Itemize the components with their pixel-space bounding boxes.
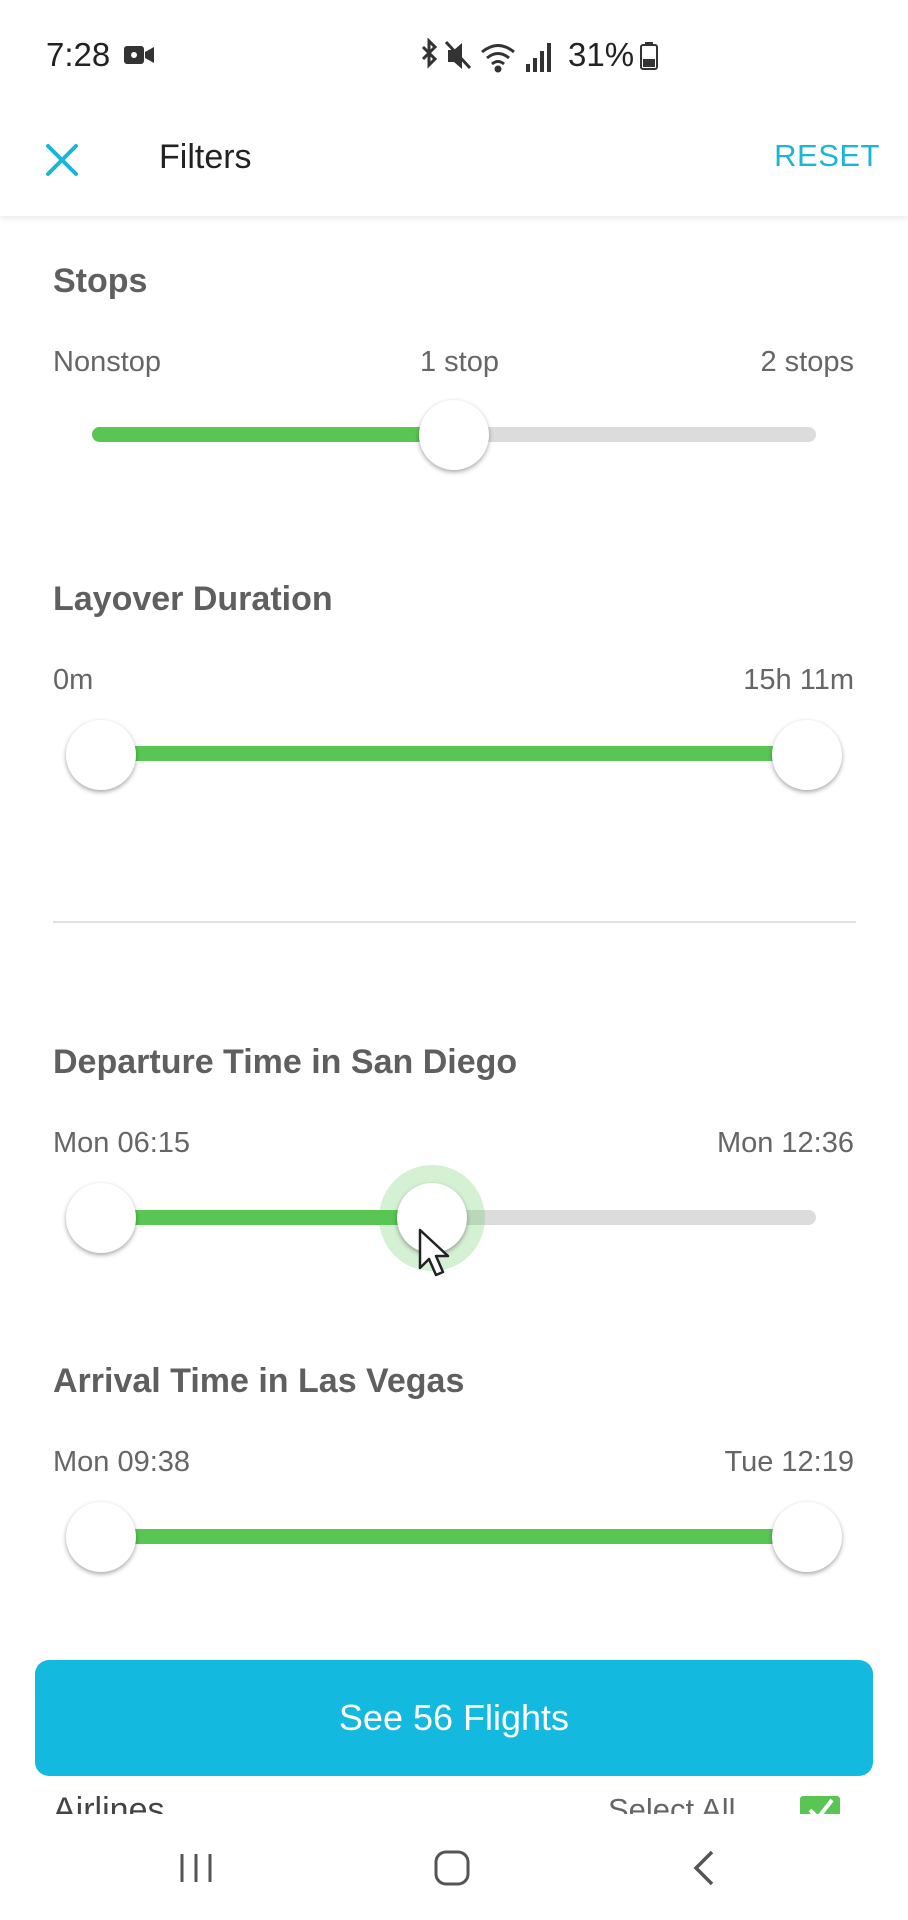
arrival-min-label: Mon 09:38 — [53, 1446, 191, 1478]
airlines-title: Airlines — [53, 1791, 165, 1814]
arrival-slider-max-thumb[interactable] — [772, 1502, 842, 1572]
select-all-label[interactable]: Select All — [608, 1788, 736, 1814]
stops-title: Stops — [53, 262, 148, 300]
departure-min-label: Mon 06:15 — [53, 1127, 191, 1159]
departure-slider-max-thumb[interactable] — [397, 1183, 467, 1253]
arrival-slider-fill — [100, 1529, 808, 1544]
signal-icon — [526, 43, 551, 72]
arrival-slider-min-thumb[interactable] — [66, 1502, 136, 1572]
filters-header: Filters RESET — [0, 110, 908, 216]
stops-slider-thumb[interactable] — [419, 400, 489, 470]
arrival-max-label: Tue 12:19 — [724, 1446, 854, 1478]
see-flights-button[interactable]: See 56 Flights — [35, 1660, 873, 1776]
status-time: 7:28 — [46, 36, 111, 73]
status-icons — [421, 38, 551, 73]
departure-title: Departure Time in San Diego — [53, 1043, 518, 1081]
bluetooth-icon — [421, 38, 438, 69]
select-all-checkbox[interactable] — [800, 1796, 840, 1814]
departure-max-label: Mon 12:36 — [716, 1127, 854, 1159]
stops-label-nonstop: Nonstop — [53, 346, 162, 378]
home-icon[interactable] — [428, 1844, 476, 1892]
wifi-icon — [481, 44, 515, 73]
status-bar: 7:28 31% — [0, 0, 908, 110]
recent-apps-icon[interactable] — [172, 1844, 220, 1892]
section-divider — [53, 921, 856, 923]
battery-icon — [640, 42, 658, 70]
layover-slider-min-thumb[interactable] — [66, 720, 136, 790]
stops-slider-fill — [92, 427, 454, 442]
mute-icon — [444, 40, 472, 70]
battery-percent: 31% — [568, 36, 635, 73]
filters-screen: 7:28 31% Filters RESET Stops Nonstop 1 s… — [0, 0, 908, 1920]
stops-label-1-stop: 1 stop — [420, 346, 499, 378]
checkmark-icon — [808, 1798, 834, 1814]
layover-min-label: 0m — [53, 664, 94, 696]
layover-title: Layover Duration — [53, 580, 333, 618]
page-title: Filters — [159, 138, 252, 176]
video-record-icon — [124, 46, 154, 64]
system-nav-bar — [0, 1814, 908, 1920]
close-icon[interactable] — [36, 134, 88, 186]
arrival-title: Arrival Time in Las Vegas — [53, 1362, 465, 1400]
departure-slider-min-thumb[interactable] — [66, 1183, 136, 1253]
layover-max-label: 15h 11m — [743, 664, 854, 696]
back-icon[interactable] — [682, 1844, 730, 1892]
reset-button[interactable]: RESET — [774, 138, 880, 174]
layover-slider-fill — [100, 746, 808, 761]
stops-label-2-stops: 2 stops — [760, 346, 855, 378]
layover-slider-max-thumb[interactable] — [772, 720, 842, 790]
